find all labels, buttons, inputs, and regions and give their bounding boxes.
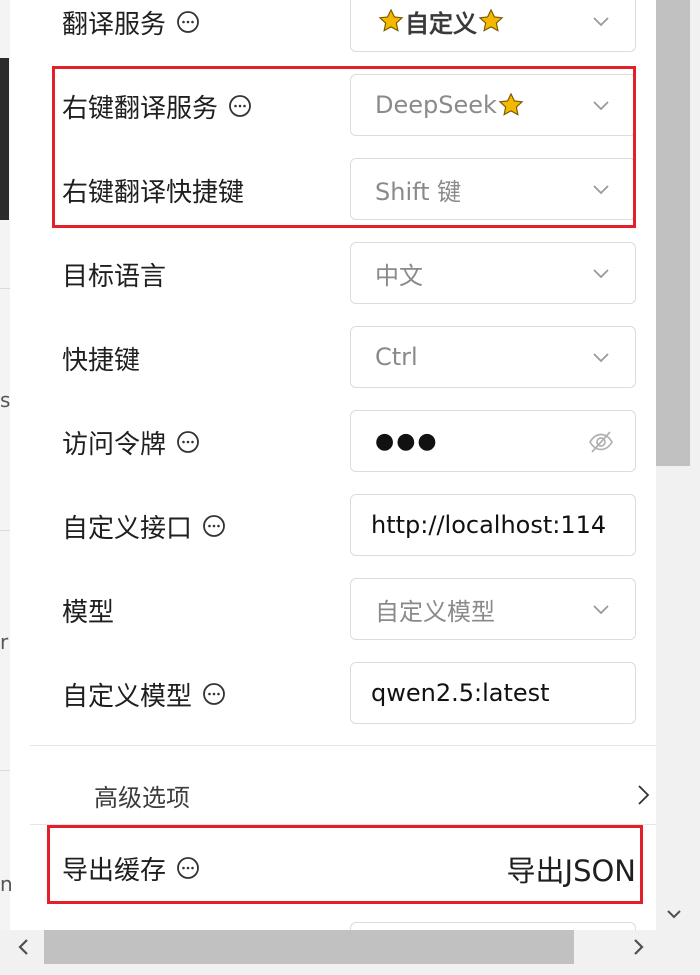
setting-row-target-language: 目标语言 中文 [12, 242, 656, 306]
setting-row-model: 模型 自定义模型 [12, 578, 656, 642]
scroll-right-arrow-icon[interactable] [628, 936, 648, 958]
background-text-fragment: n [0, 872, 13, 896]
message-circle-icon[interactable] [176, 10, 200, 34]
horizontal-scrollbar-thumb[interactable] [44, 930, 574, 964]
star-icon [478, 8, 504, 32]
select-value: Shift 键 [375, 177, 462, 206]
background-divider [0, 530, 10, 531]
select-value: 自定义 [405, 9, 477, 38]
shortcut-select[interactable]: Ctrl [350, 326, 636, 388]
setting-row-access-token: 访问令牌 ●●● [12, 410, 656, 474]
vertical-scrollbar-thumb[interactable] [656, 0, 690, 466]
setting-label: 访问令牌 [62, 429, 167, 460]
target-language-select[interactable]: 中文 [350, 242, 636, 304]
select-value: Ctrl [375, 343, 418, 371]
background-divider [0, 288, 10, 289]
custom-model-input[interactable]: qwen2.5:latest [350, 662, 636, 724]
setting-row-translation-service: 翻译服务 自定义 [12, 0, 656, 54]
setting-label: 快捷键 [62, 345, 141, 376]
background-thumbnail [0, 58, 9, 220]
message-circle-icon[interactable] [202, 514, 226, 538]
model-select[interactable]: 自定义模型 [350, 578, 636, 640]
custom-endpoint-input[interactable]: http://localhost:114 [350, 494, 636, 556]
select-value: 中文 [375, 261, 423, 290]
scroll-down-arrow-icon[interactable] [664, 904, 684, 924]
setting-row-custom-model: 自定义模型 qwen2.5:latest [12, 662, 656, 726]
background-text-fragment: s [0, 388, 11, 412]
setting-label: 右键翻译快捷键 [62, 177, 245, 208]
password-dots: ●●● [375, 428, 439, 454]
horizontal-scrollbar[interactable] [0, 930, 700, 975]
chevron-down-icon [593, 353, 609, 363]
chevron-down-icon [593, 101, 609, 111]
advanced-options-toggle[interactable]: 高级选项 [12, 770, 656, 824]
input-value: qwen2.5:latest [371, 679, 550, 707]
eye-slash-icon[interactable] [587, 429, 615, 455]
chevron-down-icon [593, 269, 609, 279]
settings-panel: 翻译服务 自定义 右键翻译服务 DeepSeek 右键翻译快捷键 Shift 键… [12, 0, 656, 940]
setting-label: 右键翻译服务 [62, 93, 219, 124]
section-divider [30, 824, 656, 825]
setting-row-context-translation-service: 右键翻译服务 DeepSeek [12, 74, 656, 138]
setting-label: 目标语言 [62, 261, 167, 292]
chevron-down-icon [593, 185, 609, 195]
setting-label: 自定义模型 [62, 681, 193, 712]
background-divider [0, 770, 10, 771]
section-divider [30, 745, 656, 746]
select-value: DeepSeek [375, 91, 497, 119]
select-value: 自定义模型 [375, 597, 495, 626]
setting-label: 翻译服务 [62, 9, 167, 40]
star-icon [498, 92, 524, 116]
advanced-options-label: 高级选项 [94, 784, 190, 812]
context-shortcut-select[interactable]: Shift 键 [350, 158, 636, 220]
star-icon [378, 8, 404, 32]
setting-label: 自定义接口 [62, 513, 193, 544]
scroll-left-arrow-icon[interactable] [14, 936, 34, 958]
context-translation-service-select[interactable]: DeepSeek [350, 74, 636, 136]
setting-row-export-cache: 导出缓存 导出JSON [12, 836, 656, 900]
message-circle-icon[interactable] [202, 682, 226, 706]
message-circle-icon[interactable] [176, 856, 200, 880]
message-circle-icon[interactable] [176, 430, 200, 454]
setting-row-context-translation-shortcut: 右键翻译快捷键 Shift 键 [12, 158, 656, 222]
access-token-input[interactable]: ●●● [350, 410, 636, 472]
setting-label: 模型 [62, 597, 115, 628]
setting-label: 导出缓存 [62, 855, 167, 886]
setting-row-custom-endpoint: 自定义接口 http://localhost:114 [12, 494, 656, 558]
vertical-scrollbar[interactable] [656, 0, 700, 940]
translation-service-select[interactable]: 自定义 [350, 0, 636, 52]
export-json-button[interactable]: 导出JSON [507, 848, 636, 890]
chevron-down-icon [593, 605, 609, 615]
chevron-right-icon [638, 785, 650, 805]
chevron-down-icon [593, 17, 609, 27]
background-text-fragment: r [0, 630, 9, 654]
input-value: http://localhost:114 [371, 511, 607, 539]
message-circle-icon[interactable] [228, 94, 252, 118]
setting-row-shortcut: 快捷键 Ctrl [12, 326, 656, 390]
